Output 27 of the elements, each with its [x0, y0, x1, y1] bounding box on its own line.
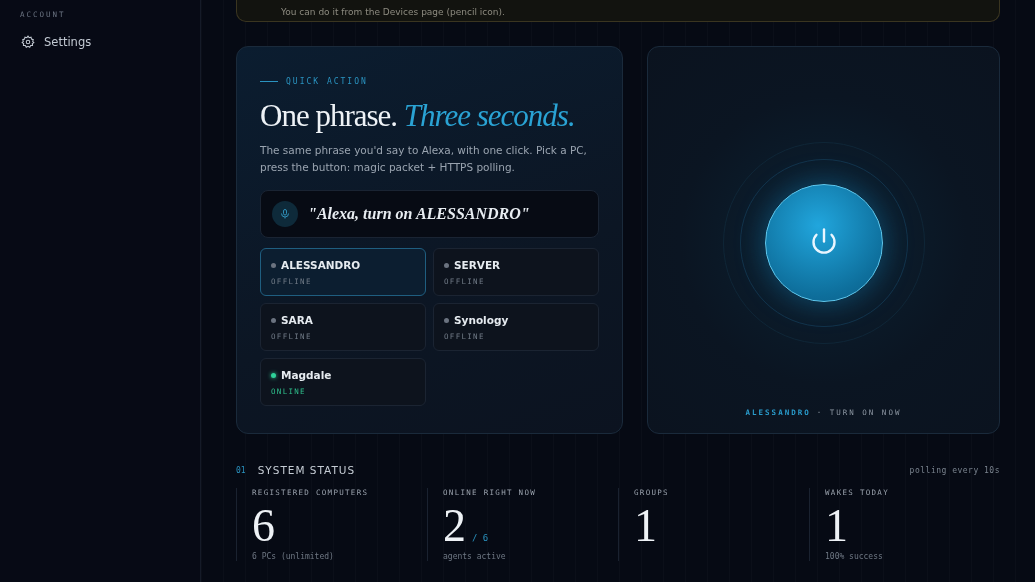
phrase-text: "Alexa, turn on ALESSANDRO"	[308, 205, 530, 223]
computer-name: Magdale	[281, 369, 332, 381]
stat-value: 1	[634, 501, 657, 551]
description: The same phrase you'd say to Alexa, with one click. Pick a PC, press the button: magic packet + HTTPS polling.	[260, 143, 588, 175]
stat-value: 2	[443, 501, 466, 551]
eyebrow-label: QUICK ACTION	[286, 77, 368, 86]
stat-value: 6	[252, 501, 275, 551]
computer-name: SERVER	[454, 259, 501, 271]
section-title: SYSTEM STATUS	[257, 464, 356, 476]
headline-accent: Three seconds.	[403, 98, 575, 133]
sidebar-item[interactable]: Settings	[20, 33, 96, 51]
section-index: 01	[236, 465, 246, 475]
computer-name: Synology	[454, 314, 509, 326]
stat-note: 6 PCs (unlimited)	[252, 552, 335, 561]
notice-text: You can do it from the Devices page (pencil icon).	[281, 7, 505, 17]
microphone-icon	[272, 201, 298, 227]
power-button[interactable]	[764, 184, 883, 302]
stat-total: / 6	[472, 533, 489, 543]
settings-icon	[21, 35, 35, 49]
computer-name: SARA	[281, 314, 313, 326]
eyebrow-rule	[260, 81, 278, 82]
stat-note: agents active	[443, 552, 507, 561]
stat-value: 1	[825, 501, 848, 551]
polling-label: polling every 10s	[909, 465, 1000, 475]
stat-note: 100% success	[825, 552, 884, 561]
computer-name: ALESSANDRO	[281, 259, 361, 271]
headline: One phrase.	[260, 98, 398, 133]
